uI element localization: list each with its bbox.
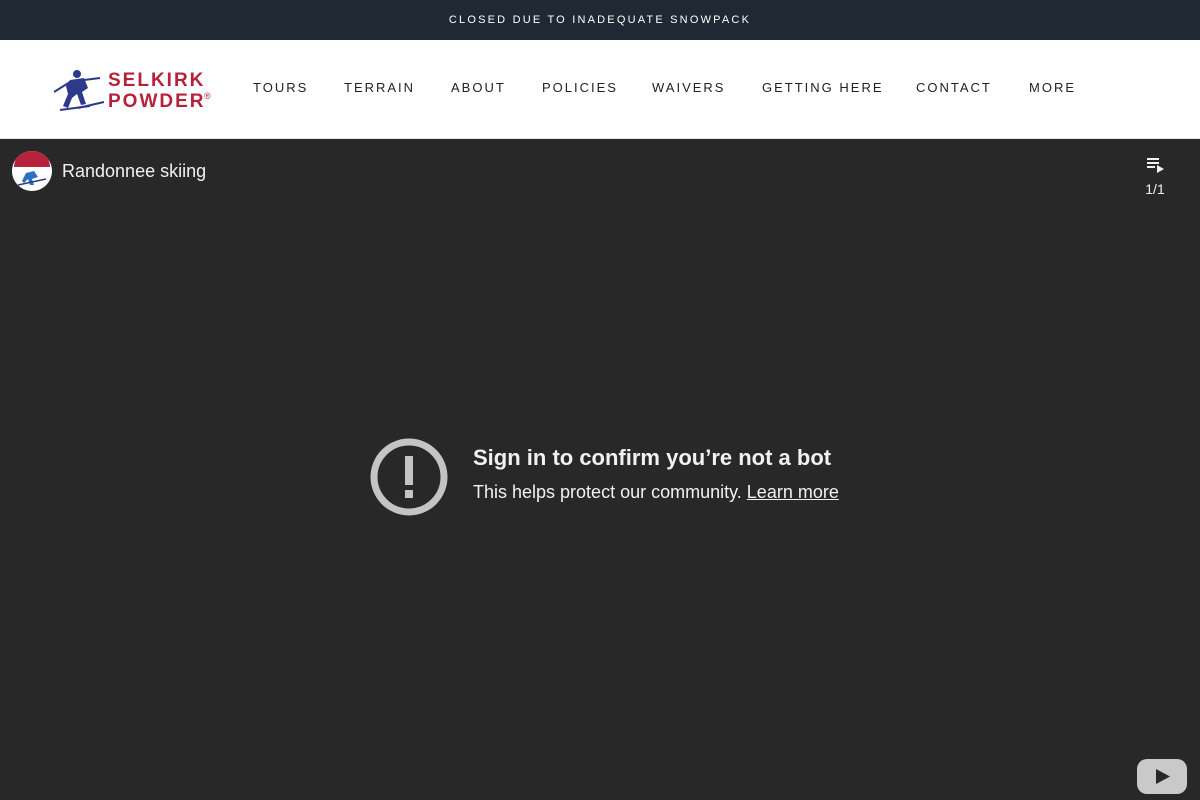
nav-item-waivers[interactable]: WAIVERS [652,80,725,95]
error-title: Sign in to confirm you’re not a bot [473,445,832,470]
playlist-button[interactable]: 1/1 [1140,153,1170,203]
brand-line2: POWDER [108,91,206,112]
video-player[interactable]: Randonnee skiing 1/1 Sign in to confirm … [0,139,1200,800]
video-title[interactable]: Randonnee skiing [62,161,206,182]
youtube-logo-icon[interactable] [1137,759,1187,794]
nav-item-about[interactable]: ABOUT [451,80,506,95]
site-logo[interactable]: SELKIRK POWDER ® [48,64,218,116]
nav-item-policies[interactable]: POLICIES [542,80,618,95]
brand-wordmark: SELKIRK POWDER [108,70,206,112]
skier-logo-icon [53,70,105,111]
nav-item-tours[interactable]: TOURS [253,80,308,95]
brand-line1: SELKIRK [108,70,206,91]
channel-avatar[interactable] [12,151,52,191]
channel-logo-icon [12,151,52,191]
error-message-line: This helps protect our community. Learn … [473,482,839,503]
announcement-text: CLOSED DUE TO INADEQUATE SNOWPACK [448,14,752,26]
announcement-bar: CLOSED DUE TO INADEQUATE SNOWPACK [0,0,1200,40]
learn-more-link[interactable]: Learn more [747,482,839,502]
registered-mark: ® [204,91,211,101]
playlist-icon [1147,158,1164,173]
nav-item-contact[interactable]: CONTACT [916,80,992,95]
site-header: SELKIRK POWDER ® TOURS TERRAIN ABOUT POL… [0,40,1200,139]
playlist-count: 1/1 [1145,181,1165,197]
nav-item-more[interactable]: MORE [1029,80,1076,95]
error-message: This helps protect our community. [473,482,742,502]
nav-item-getting-here[interactable]: GETTING HERE [762,80,884,95]
error-exclamation-icon [370,438,448,516]
nav-item-terrain[interactable]: TERRAIN [344,80,415,95]
